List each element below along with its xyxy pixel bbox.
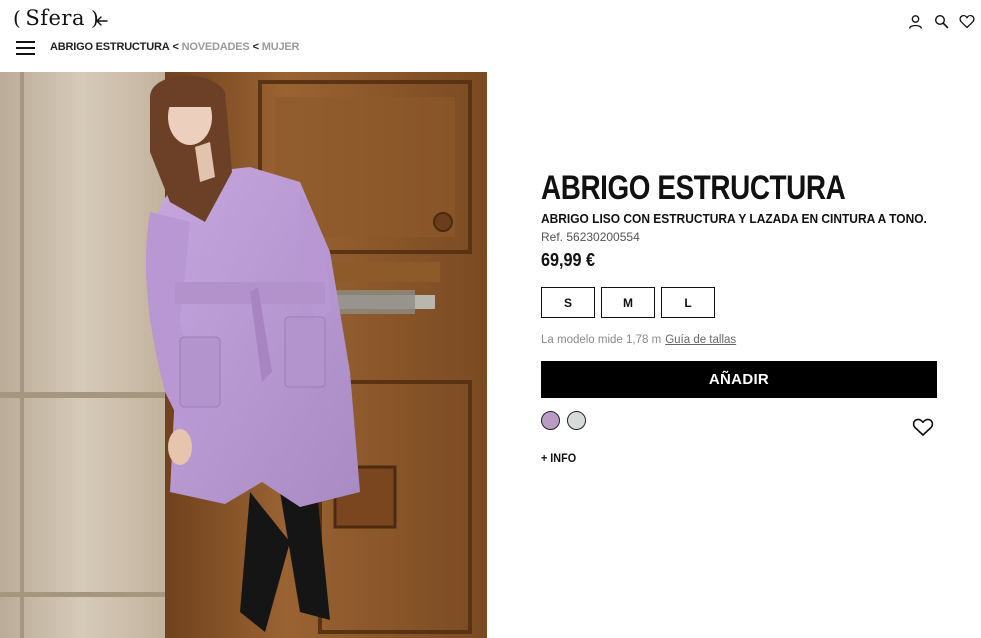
breadcrumb-link-mujer[interactable]: MUJER [262, 41, 300, 53]
wishlist-heart-icon[interactable] [912, 417, 934, 437]
breadcrumb: ABRIGO ESTRUCTURA < NOVEDADES < MUJER [50, 41, 300, 53]
color-swatch-light-grey[interactable] [567, 411, 586, 430]
header-actions [907, 13, 975, 29]
product-price: 69,99 € [541, 250, 596, 270]
back-arrow-icon[interactable] [95, 14, 109, 28]
logo-text: Sfera [25, 6, 85, 30]
sfera-logo[interactable]: ( Sfera ) [13, 6, 99, 30]
size-button-m[interactable]: M [601, 287, 655, 318]
product-image [0, 72, 487, 638]
product-subtitle: ABRIGO LISO CON ESTRUCTURA Y LAZADA EN C… [541, 211, 927, 226]
product-reference: Ref. 56230200554 [541, 230, 640, 244]
breadcrumb-current: ABRIGO ESTRUCTURA [50, 41, 170, 53]
breadcrumb-separator: < [252, 41, 259, 53]
model-info: La modelo mide 1,78 m Guía de tallas [541, 334, 938, 346]
header: ( Sfera ) ABRIGO ESTRUCTURA < NOVEDADES … [0, 0, 981, 72]
breadcrumb-link-novedades[interactable]: NOVEDADES [182, 41, 250, 53]
color-swatches [541, 409, 938, 437]
logo-left-paren: ( [13, 6, 22, 30]
color-swatch-lilac[interactable] [541, 411, 560, 430]
product-title: ABRIGO ESTRUCTURA [541, 169, 846, 207]
menu-icon[interactable] [16, 41, 35, 55]
breadcrumb-separator: < [172, 41, 179, 53]
size-button-l[interactable]: L [661, 287, 715, 318]
size-button-s[interactable]: S [541, 287, 595, 318]
search-icon[interactable] [933, 13, 949, 29]
model-height-text: La modelo mide 1,78 m [541, 334, 662, 346]
size-selector: S M L [541, 287, 938, 318]
more-info-link[interactable]: + INFO [541, 451, 898, 465]
heart-icon[interactable] [959, 13, 975, 29]
add-to-cart-button[interactable]: AÑADIR [541, 361, 937, 398]
product-details: ABRIGO ESTRUCTURA ABRIGO LISO CON ESTRUC… [541, 170, 938, 465]
size-guide-link[interactable]: Guía de tallas [665, 334, 736, 346]
product-photo[interactable] [0, 72, 487, 638]
user-icon[interactable] [907, 13, 923, 29]
